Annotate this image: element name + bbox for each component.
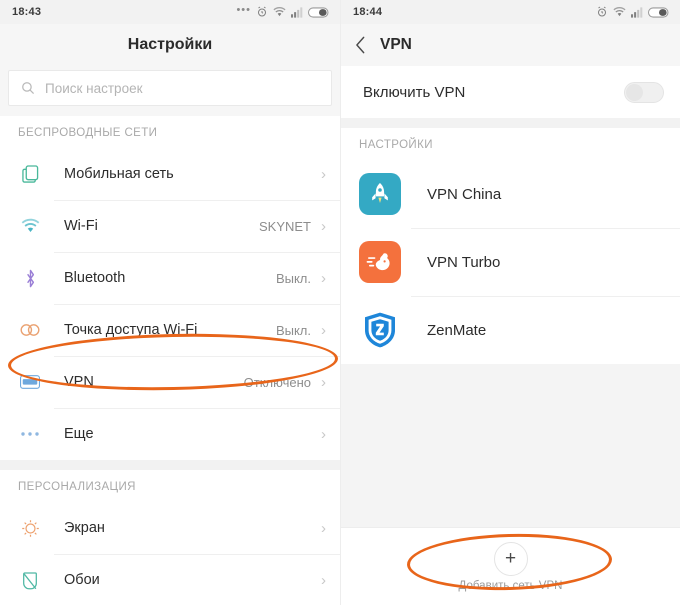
vpn-header: VPN — [341, 24, 680, 66]
chevron-right-icon: › — [321, 321, 326, 339]
row-label: Bluetooth — [64, 270, 126, 286]
chevron-right-icon: › — [321, 373, 326, 391]
wifi-icon — [273, 7, 286, 17]
vpn-icon — [18, 375, 42, 389]
rabbit-icon — [359, 241, 401, 283]
enable-vpn-row[interactable]: Включить VPN — [341, 66, 680, 118]
chevron-left-icon — [356, 36, 365, 54]
row-value: Выкл. — [275, 270, 311, 286]
chevron-right-icon: › — [321, 217, 326, 235]
row-label: Точка доступа Wi-Fi — [64, 322, 198, 338]
status-icons: ••• — [236, 3, 330, 18]
hotspot-icon — [18, 323, 42, 337]
vpn-app-list: VPN China VPN Turbo ZenMate — [341, 160, 680, 364]
sidebar-item-more[interactable]: Еще › — [0, 408, 340, 460]
battery-icon — [308, 6, 329, 18]
page-title: Настройки — [127, 36, 213, 53]
settings-header: Настройки — [0, 24, 340, 66]
status-bar-left: 18:43 ••• — [0, 0, 340, 24]
toggle-knob — [626, 83, 643, 101]
section-label-wireless: БЕСПРОВОДНЫЕ СЕТИ — [0, 116, 340, 148]
status-icons — [596, 6, 670, 18]
app-name: VPN China — [427, 185, 502, 203]
more-dots-icon — [18, 431, 42, 437]
row-label: Wi-Fi — [64, 218, 98, 234]
section-label-personalization: ПЕРСОНАЛИЗАЦИЯ — [0, 470, 340, 502]
back-button[interactable] — [355, 36, 366, 54]
list-item-vpn-china[interactable]: VPN China — [341, 160, 680, 228]
brightness-icon — [18, 519, 42, 538]
signal-icon — [291, 6, 303, 18]
section-divider — [341, 118, 680, 128]
sidebar-item-bluetooth[interactable]: Bluetooth Выкл. › — [0, 252, 340, 304]
dual-screenshot-container: 18:43 ••• Настройки Поиск настроек БЕСПР… — [0, 0, 680, 605]
sim-card-icon — [18, 164, 42, 184]
sidebar-item-display[interactable]: Экран › — [0, 502, 340, 554]
shield-icon — [359, 309, 401, 351]
list-item-vpn-turbo[interactable]: VPN Turbo — [341, 228, 680, 296]
enable-vpn-label: Включить VPN — [363, 83, 466, 101]
search-wrapper: Поиск настроек — [0, 66, 340, 116]
search-icon — [22, 82, 35, 95]
bluetooth-icon — [18, 269, 42, 288]
row-label: Еще — [64, 426, 94, 442]
row-label: Мобильная сеть — [64, 166, 174, 182]
signal-icon — [631, 6, 643, 18]
status-time: 18:43 — [12, 6, 42, 18]
sidebar-item-hotspot[interactable]: Точка доступа Wi-Fi Выкл. › — [0, 304, 340, 356]
chevron-right-icon: › — [321, 165, 326, 183]
section-label-settings: НАСТРОЙКИ — [341, 128, 680, 160]
wireless-list: Мобильная сеть › Wi-Fi SKYNET › Bluetoot… — [0, 148, 340, 460]
sidebar-item-wallpaper[interactable]: Обои › — [0, 554, 340, 605]
sidebar-item-mobile-network[interactable]: Мобильная сеть › — [0, 148, 340, 200]
section-divider — [0, 460, 340, 470]
add-vpn-network-button[interactable]: + Добавить сеть VPN — [341, 527, 680, 605]
add-vpn-label: Добавить сеть VPN — [458, 579, 563, 592]
app-name: ZenMate — [427, 321, 487, 339]
personalization-list: Экран › Обои › — [0, 502, 340, 605]
alarm-icon — [598, 6, 606, 17]
row-label: Экран — [64, 520, 105, 536]
list-item-zenmate[interactable]: ZenMate — [341, 296, 680, 364]
sidebar-item-vpn[interactable]: VPN Отключено › — [0, 356, 340, 408]
rocket-icon — [359, 173, 401, 215]
dots-icon: ••• — [236, 3, 251, 16]
search-placeholder: Поиск настроек — [45, 80, 143, 96]
wallpaper-icon — [18, 571, 42, 590]
row-label: VPN — [64, 374, 94, 390]
status-bar-right: 18:44 — [341, 0, 680, 24]
sidebar-item-wifi[interactable]: Wi-Fi SKYNET › — [0, 200, 340, 252]
battery-icon — [648, 6, 669, 18]
row-label: Обои — [64, 572, 100, 588]
wifi-icon — [613, 7, 626, 17]
row-value: SKYNET — [258, 218, 311, 234]
status-time: 18:44 — [353, 6, 383, 18]
chevron-right-icon: › — [321, 425, 326, 443]
row-value: Отключено — [243, 374, 311, 390]
page-title: VPN — [380, 36, 412, 53]
row-value: Выкл. — [275, 322, 311, 338]
app-name: VPN Turbo — [427, 253, 501, 271]
vpn-screen: 18:44 VPN Включить VPN НАСТРОЙКИ VPN Chi… — [340, 0, 680, 605]
chevron-right-icon: › — [321, 519, 326, 537]
chevron-right-icon: › — [321, 269, 326, 287]
enable-vpn-toggle[interactable] — [624, 81, 664, 103]
settings-screen: 18:43 ••• Настройки Поиск настроек БЕСПР… — [0, 0, 340, 605]
wifi-icon — [18, 218, 42, 234]
alarm-icon — [258, 6, 266, 17]
search-input[interactable]: Поиск настроек — [8, 70, 332, 106]
chevron-right-icon: › — [321, 571, 326, 589]
plus-icon[interactable]: + — [493, 541, 528, 576]
